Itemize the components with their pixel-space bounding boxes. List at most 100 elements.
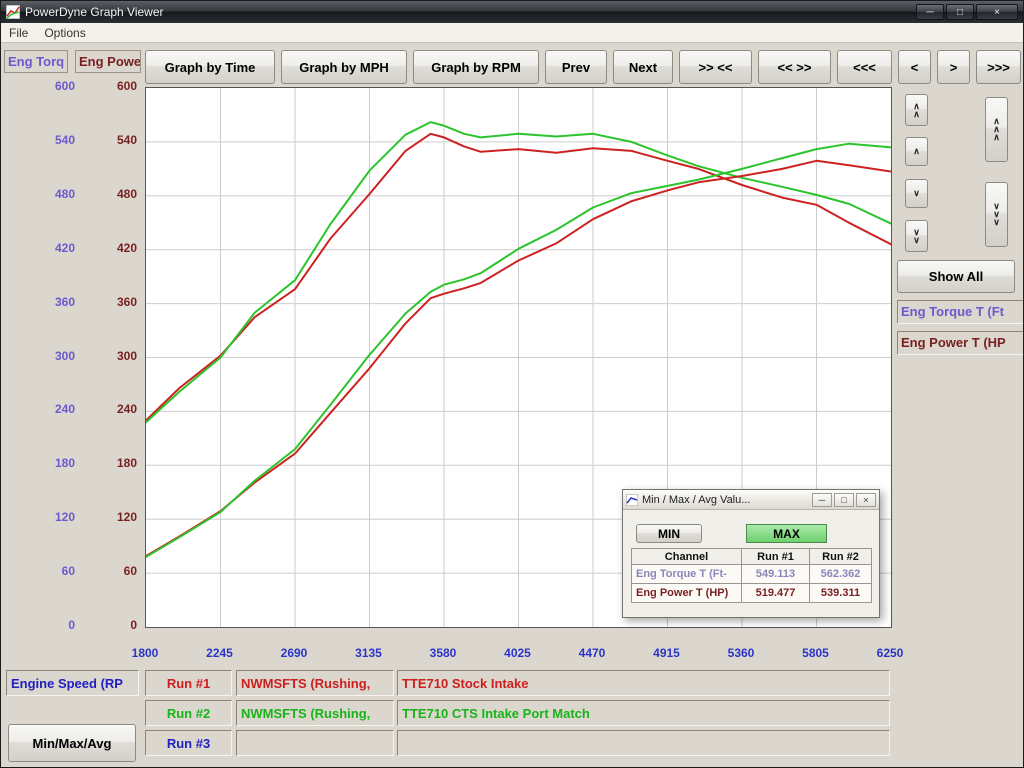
app-icon <box>6 5 20 19</box>
min-button[interactable]: MIN <box>636 524 702 543</box>
close-button[interactable]: × <box>976 4 1018 20</box>
x-tick: 2690 <box>259 646 329 660</box>
toolbar-button-graph-by-mph[interactable]: Graph by MPH <box>281 50 407 84</box>
minmax-row-2: Eng Power T (HP)519.477539.311 <box>632 584 872 603</box>
chevron-icon: ∧ <box>913 111 920 118</box>
menu-bar: FileOptions <box>1 23 1023 43</box>
y-tick: 0 <box>68 618 75 632</box>
y-tick: 420 <box>55 241 75 255</box>
scale-down-button[interactable]: ∨∨∨ <box>985 182 1008 247</box>
x-channel-field[interactable]: Engine Speed (RP <box>6 670 139 696</box>
toolbar-button-nav-11[interactable]: >>> <box>976 50 1021 84</box>
y-tick: 60 <box>62 564 75 578</box>
x-tick: 4025 <box>483 646 553 660</box>
x-tick: 5805 <box>781 646 851 660</box>
toolbar-button-nav-10[interactable]: > <box>937 50 970 84</box>
run-1-source-field[interactable]: NWMSFTS (Rushing, <box>236 670 394 696</box>
minmax-run1-cell: 519.477 <box>742 584 810 603</box>
minmax-run2-cell: 562.362 <box>810 565 872 584</box>
minmax-close-button[interactable]: × <box>856 493 876 507</box>
pan-up-button[interactable]: ∧ <box>905 137 928 166</box>
minmax-col-channel: Channel <box>632 549 742 565</box>
run-1-description-field[interactable]: TTE710 Stock Intake <box>397 670 890 696</box>
maximize-button[interactable]: □ <box>946 4 974 20</box>
minmax-restore-button[interactable]: □ <box>834 493 854 507</box>
chevron-icon: ∧ <box>993 134 1000 141</box>
y-tick: 360 <box>55 295 75 309</box>
y-tick: 240 <box>55 402 75 416</box>
pan-down-fast-button[interactable]: ∨∨ <box>905 220 928 252</box>
run-3-label: Run #3 <box>145 730 232 756</box>
y-tick: 600 <box>55 79 75 93</box>
y-tick: 360 <box>117 295 137 309</box>
title-bar: PowerDyne Graph Viewer ─ □ × <box>1 1 1023 23</box>
x-tick: 3135 <box>334 646 404 660</box>
y-axis-torque: 600540480420360300240180120600 <box>31 43 77 767</box>
toolbar-button-next[interactable]: Next <box>613 50 673 84</box>
show-all-button[interactable]: Show All <box>897 260 1015 293</box>
toolbar-button-nav-7[interactable]: << >> <box>758 50 831 84</box>
toolbar-button-prev[interactable]: Prev <box>545 50 607 84</box>
run-1-label: Run #1 <box>145 670 232 696</box>
y-tick: 600 <box>117 79 137 93</box>
window-controls: ─ □ × <box>914 4 1018 20</box>
y-tick: 300 <box>117 349 137 363</box>
minmax-run1-cell: 549.113 <box>742 565 810 584</box>
x-tick: 4915 <box>632 646 702 660</box>
run-2-source-field[interactable]: NWMSFTS (Rushing, <box>236 700 394 726</box>
chevron-icon: ∨ <box>913 237 920 244</box>
y-tick: 60 <box>124 564 137 578</box>
y-tick: 480 <box>55 187 75 201</box>
toolbar-button-nav-9[interactable]: < <box>898 50 931 84</box>
max-button[interactable]: MAX <box>746 524 827 543</box>
minmax-run2-cell: 539.311 <box>810 584 872 603</box>
minmax-minimize-button[interactable]: ─ <box>812 493 832 507</box>
toolbar: Graph by TimeGraph by MPHGraph by RPMPre… <box>145 50 1021 84</box>
x-tick: 2245 <box>185 646 255 660</box>
chevron-icon: ∨ <box>993 219 1000 226</box>
y-tick: 0 <box>130 618 137 632</box>
pan-down-button[interactable]: ∨ <box>905 179 928 208</box>
minmax-titlebar[interactable]: Min / Max / Avg Valu... ─ □ × <box>623 490 879 510</box>
minmax-avg-button[interactable]: Min/Max/Avg <box>8 724 136 762</box>
minmax-channel-cell: Eng Power T (HP) <box>632 584 742 603</box>
pan-up-fast-button[interactable]: ∧∧ <box>905 94 928 126</box>
minmax-window: Min / Max / Avg Valu... ─ □ × MIN MAX Ch… <box>622 489 880 618</box>
toolbar-button-nav-8[interactable]: <<< <box>837 50 892 84</box>
y-axis-power: 600540480420360300240180120600 <box>93 43 139 767</box>
x-tick: 6250 <box>855 646 925 660</box>
legend-torque: Eng Torque T (Ft <box>897 300 1024 324</box>
toolbar-button-graph-by-rpm[interactable]: Graph by RPM <box>413 50 539 84</box>
minimize-button[interactable]: ─ <box>916 4 944 20</box>
y-tick: 540 <box>117 133 137 147</box>
y-tick: 120 <box>55 510 75 524</box>
run-2-description-field[interactable]: TTE710 CTS Intake Port Match <box>397 700 890 726</box>
main-area: Eng Torq Eng Powe Graph by TimeGraph by … <box>1 43 1023 767</box>
y-tick: 240 <box>117 402 137 416</box>
toolbar-button-graph-by-time[interactable]: Graph by Time <box>145 50 275 84</box>
minmax-window-icon <box>626 494 638 506</box>
y-tick: 480 <box>117 187 137 201</box>
chevron-icon: ∧ <box>913 148 920 155</box>
minmax-table: ChannelRun #1Run #2 Eng Torque T (Ft-549… <box>631 548 872 603</box>
x-tick: 3580 <box>408 646 478 660</box>
menu-options[interactable]: Options <box>36 25 93 41</box>
toolbar-button-nav-6[interactable]: >> << <box>679 50 752 84</box>
y-tick: 300 <box>55 349 75 363</box>
scale-up-button[interactable]: ∧∧∧ <box>985 97 1008 162</box>
minmax-col-run2: Run #2 <box>810 549 872 565</box>
x-tick: 4470 <box>557 646 627 660</box>
y-tick: 180 <box>55 456 75 470</box>
minmax-col-run1: Run #1 <box>742 549 810 565</box>
app-window: PowerDyne Graph Viewer ─ □ × FileOptions… <box>0 0 1024 768</box>
menu-file[interactable]: File <box>1 25 36 41</box>
run-3-source-field[interactable] <box>236 730 394 756</box>
y-tick: 120 <box>117 510 137 524</box>
legend-power: Eng Power T (HP <box>897 331 1024 355</box>
minmax-window-title: Min / Max / Avg Valu... <box>642 494 810 506</box>
y-tick: 420 <box>117 241 137 255</box>
chevron-icon: ∨ <box>913 190 920 197</box>
run-3-description-field[interactable] <box>397 730 890 756</box>
minmax-row-1: Eng Torque T (Ft-549.113562.362 <box>632 565 872 584</box>
x-tick: 5360 <box>706 646 776 660</box>
